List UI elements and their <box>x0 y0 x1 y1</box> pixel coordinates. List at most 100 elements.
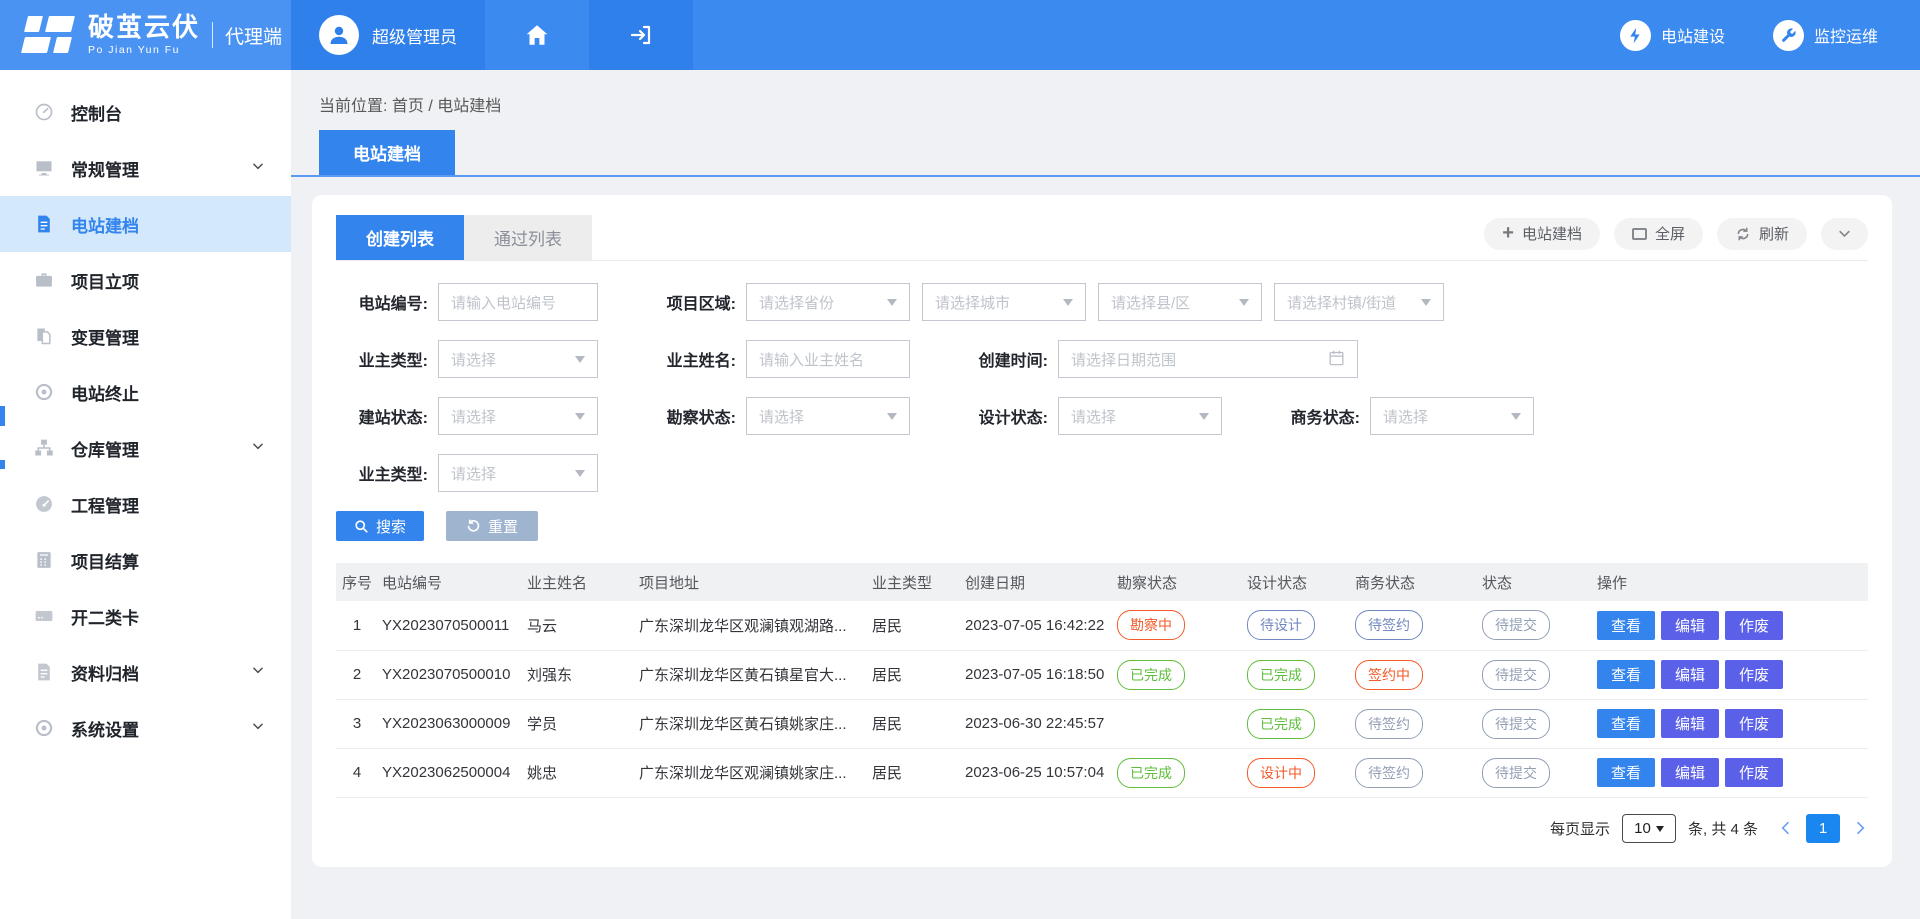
search-button[interactable]: 搜索 <box>336 511 424 541</box>
region-label: 项目区域: <box>644 290 736 314</box>
search-icon <box>354 519 369 534</box>
create-time-range-input[interactable]: 请选择日期范围 <box>1058 340 1358 378</box>
table-row: 4 YX2023062500004 姚忠 广东深圳龙华区观澜镇姚家庄... 居民… <box>336 748 1868 797</box>
station-id: YX2023070500011 <box>378 601 523 650</box>
view-button[interactable]: 查看 <box>1597 611 1655 640</box>
created-date: 2023-07-05 16:18:50 <box>961 650 1113 699</box>
copy-icon <box>34 326 54 346</box>
sidebar-item-warehouse-mgmt[interactable]: 仓库管理 <box>0 420 291 476</box>
total-count-label: 条, 共 4 条 <box>1688 818 1758 839</box>
business-status-label: 商务状态: <box>1268 404 1360 428</box>
refresh-button[interactable]: 刷新 <box>1717 218 1807 250</box>
design-status-select[interactable]: 请选择 <box>1058 397 1222 435</box>
owner-name-input[interactable]: 请输入业主姓名 <box>746 340 910 378</box>
logo-title: 破茧云伏 <box>88 14 200 41</box>
owner-type2-select[interactable]: 请选择 <box>438 454 598 492</box>
sidebar-item-general-mgmt[interactable]: 常规管理 <box>0 140 291 196</box>
design-status-placeholder: 请选择 <box>1071 406 1116 427</box>
nav-station-build[interactable]: 电站建设 <box>1620 20 1725 51</box>
sidebar-scrollbar[interactable] <box>0 460 5 469</box>
tab-create-list[interactable]: 创建列表 <box>336 215 464 260</box>
edit-button[interactable]: 编辑 <box>1661 611 1719 640</box>
caret-down-icon <box>1421 299 1431 311</box>
collapse-panel-button[interactable] <box>1821 218 1868 250</box>
sidebar-item-label: 控制台 <box>71 100 122 125</box>
view-button[interactable]: 查看 <box>1597 709 1655 738</box>
sidebar-item-station-filing[interactable]: 电站建档 <box>0 196 291 252</box>
void-button[interactable]: 作废 <box>1725 758 1783 787</box>
home-button[interactable] <box>485 0 589 70</box>
build-status-select[interactable]: 请选择 <box>438 397 598 435</box>
edit-button[interactable]: 编辑 <box>1661 660 1719 689</box>
add-station-button[interactable]: + 电站建档 <box>1484 218 1600 250</box>
col-owner-name: 业主姓名 <box>523 563 635 601</box>
void-button[interactable]: 作废 <box>1725 611 1783 640</box>
fullscreen-button[interactable]: 全屏 <box>1614 218 1703 250</box>
business-status-select[interactable]: 请选择 <box>1370 397 1534 435</box>
province-select[interactable]: 请选择省份 <box>746 283 910 321</box>
caret-down-icon <box>575 356 585 368</box>
col-no: 序号 <box>336 563 378 601</box>
sidebar-item-project-settlement[interactable]: 项目结算 <box>0 532 291 588</box>
sidebar-item-archive[interactable]: 资料归档 <box>0 644 291 700</box>
create-time-label: 创建时间: <box>956 347 1048 371</box>
owner-name: 姚忠 <box>523 748 635 797</box>
page-tabbar: 电站建档 <box>291 130 1920 177</box>
edit-button[interactable]: 编辑 <box>1661 709 1719 738</box>
created-date: 2023-07-05 16:42:22 <box>961 601 1113 650</box>
user-menu[interactable]: 超级管理员 <box>291 0 485 70</box>
sidebar-item-change-mgmt[interactable]: 变更管理 <box>0 308 291 364</box>
status-badge: 待提交 <box>1482 709 1550 739</box>
caret-down-icon <box>1239 299 1249 311</box>
view-button[interactable]: 查看 <box>1597 758 1655 787</box>
prev-page-button[interactable] <box>1778 820 1794 836</box>
per-page-select[interactable]: 10 <box>1622 814 1676 843</box>
owner-name: 马云 <box>523 601 635 650</box>
void-button[interactable]: 作废 <box>1725 709 1783 738</box>
county-select[interactable]: 请选择县/区 <box>1098 283 1262 321</box>
station-no-input[interactable]: 请输入电站编号 <box>438 283 598 321</box>
owner-name: 刘强东 <box>523 650 635 699</box>
lightning-icon <box>1620 20 1651 51</box>
logout-button[interactable] <box>589 0 693 70</box>
caret-down-icon <box>1063 299 1073 311</box>
tab-passed-list[interactable]: 通过列表 <box>464 215 592 260</box>
search-label: 搜索 <box>376 516 406 537</box>
content-card: 创建列表 通过列表 + 电站建档 全屏 刷新 <box>312 195 1892 867</box>
nav-monitor-ops-label: 监控运维 <box>1814 23 1878 47</box>
caret-down-icon <box>575 470 585 482</box>
created-date: 2023-06-25 10:57:04 <box>961 748 1113 797</box>
reset-button[interactable]: 重置 <box>446 511 538 541</box>
survey-status-select[interactable]: 请选择 <box>746 397 910 435</box>
sidebar-item-engineering-mgmt[interactable]: 工程管理 <box>0 476 291 532</box>
col-owner-type: 业主类型 <box>868 563 961 601</box>
next-page-button[interactable] <box>1852 820 1868 836</box>
village-select[interactable]: 请选择村镇/街道 <box>1274 283 1444 321</box>
user-icon <box>327 23 351 47</box>
owner-type-select[interactable]: 请选择 <box>438 340 598 378</box>
project-address: 广东深圳龙华区观澜镇观湖路... <box>635 601 868 650</box>
sidebar-scrollbar[interactable] <box>0 406 5 426</box>
owner-type: 居民 <box>868 601 961 650</box>
fullscreen-icon <box>1632 228 1647 240</box>
col-created: 创建日期 <box>961 563 1113 601</box>
page-number-button[interactable]: 1 <box>1806 814 1840 843</box>
nav-monitor-ops[interactable]: 监控运维 <box>1773 20 1878 51</box>
home-icon <box>524 22 550 48</box>
sidebar-item-type2-card[interactable]: 开二类卡 <box>0 588 291 644</box>
void-button[interactable]: 作废 <box>1725 660 1783 689</box>
sidebar-item-station-terminate[interactable]: 电站终止 <box>0 364 291 420</box>
page-tab-station-filing[interactable]: 电站建档 <box>319 130 455 175</box>
sidebar-item-project-init[interactable]: 项目立项 <box>0 252 291 308</box>
breadcrumb-path[interactable]: 首页 / 电站建档 <box>392 98 501 115</box>
per-page-label: 每页显示 <box>1550 818 1610 839</box>
edit-button[interactable]: 编辑 <box>1661 758 1719 787</box>
dashboard-icon <box>34 494 54 514</box>
city-select[interactable]: 请选择城市 <box>922 283 1086 321</box>
col-survey-status: 勘察状态 <box>1113 563 1243 601</box>
view-button[interactable]: 查看 <box>1597 660 1655 689</box>
sidebar-item-label: 项目立项 <box>71 268 139 293</box>
sidebar-item-system-settings[interactable]: 系统设置 <box>0 700 291 756</box>
sidebar-item-console[interactable]: 控制台 <box>0 84 291 140</box>
monitor-icon <box>34 158 54 178</box>
